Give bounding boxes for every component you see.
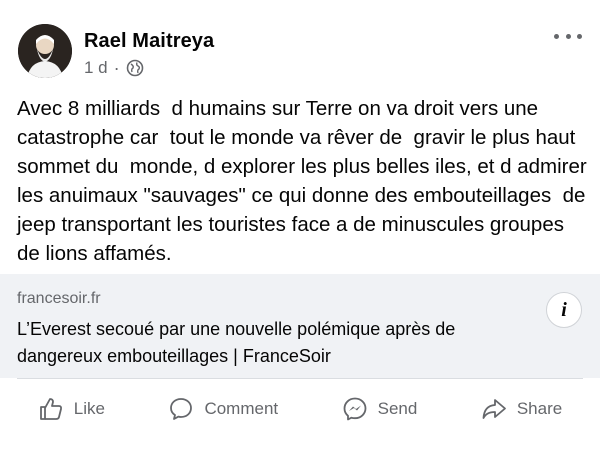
- author-name[interactable]: Rael Maitreya: [84, 30, 214, 53]
- link-preview-card[interactable]: francesoir.fr L’Everest secoué par une n…: [0, 274, 600, 378]
- more-dot: [565, 33, 571, 39]
- comment-icon: [170, 398, 193, 420]
- send-label: Send: [377, 399, 418, 418]
- share-label: Share: [516, 399, 563, 418]
- post-header: Rael Maitreya 1 d ·: [0, 0, 600, 90]
- link-domain: francesoir.fr: [17, 290, 101, 307]
- send-button[interactable]: Send: [342, 396, 418, 422]
- like-button[interactable]: Like: [38, 396, 105, 422]
- divider: [17, 378, 583, 379]
- post-time[interactable]: 1 d: [84, 58, 108, 78]
- like-label: Like: [73, 399, 105, 418]
- share-button[interactable]: Share: [481, 396, 562, 422]
- link-title[interactable]: L’Everest secoué par une nouvelle polémi…: [17, 316, 537, 370]
- info-button[interactable]: i: [546, 292, 582, 328]
- info-icon: i: [561, 298, 567, 321]
- comment-button[interactable]: Comment: [168, 396, 278, 422]
- share-arrow-icon: [482, 399, 506, 419]
- comment-label: Comment: [204, 399, 279, 418]
- messenger-icon: [343, 397, 367, 421]
- post-meta: 1 d ·: [84, 58, 144, 78]
- globe-icon[interactable]: [126, 59, 144, 77]
- meta-separator: ·: [113, 58, 120, 78]
- post-text: Avec 8 milliards d humains sur Terre on …: [17, 97, 593, 265]
- more-dot: [554, 33, 559, 39]
- more-options-icon[interactable]: [554, 30, 582, 42]
- more-dot: [577, 33, 582, 39]
- action-bar: Like Comment Send Share: [0, 382, 600, 436]
- thumbs-up-icon: [39, 398, 62, 420]
- avatar-portrait-icon: [18, 24, 72, 78]
- avatar[interactable]: [18, 24, 72, 78]
